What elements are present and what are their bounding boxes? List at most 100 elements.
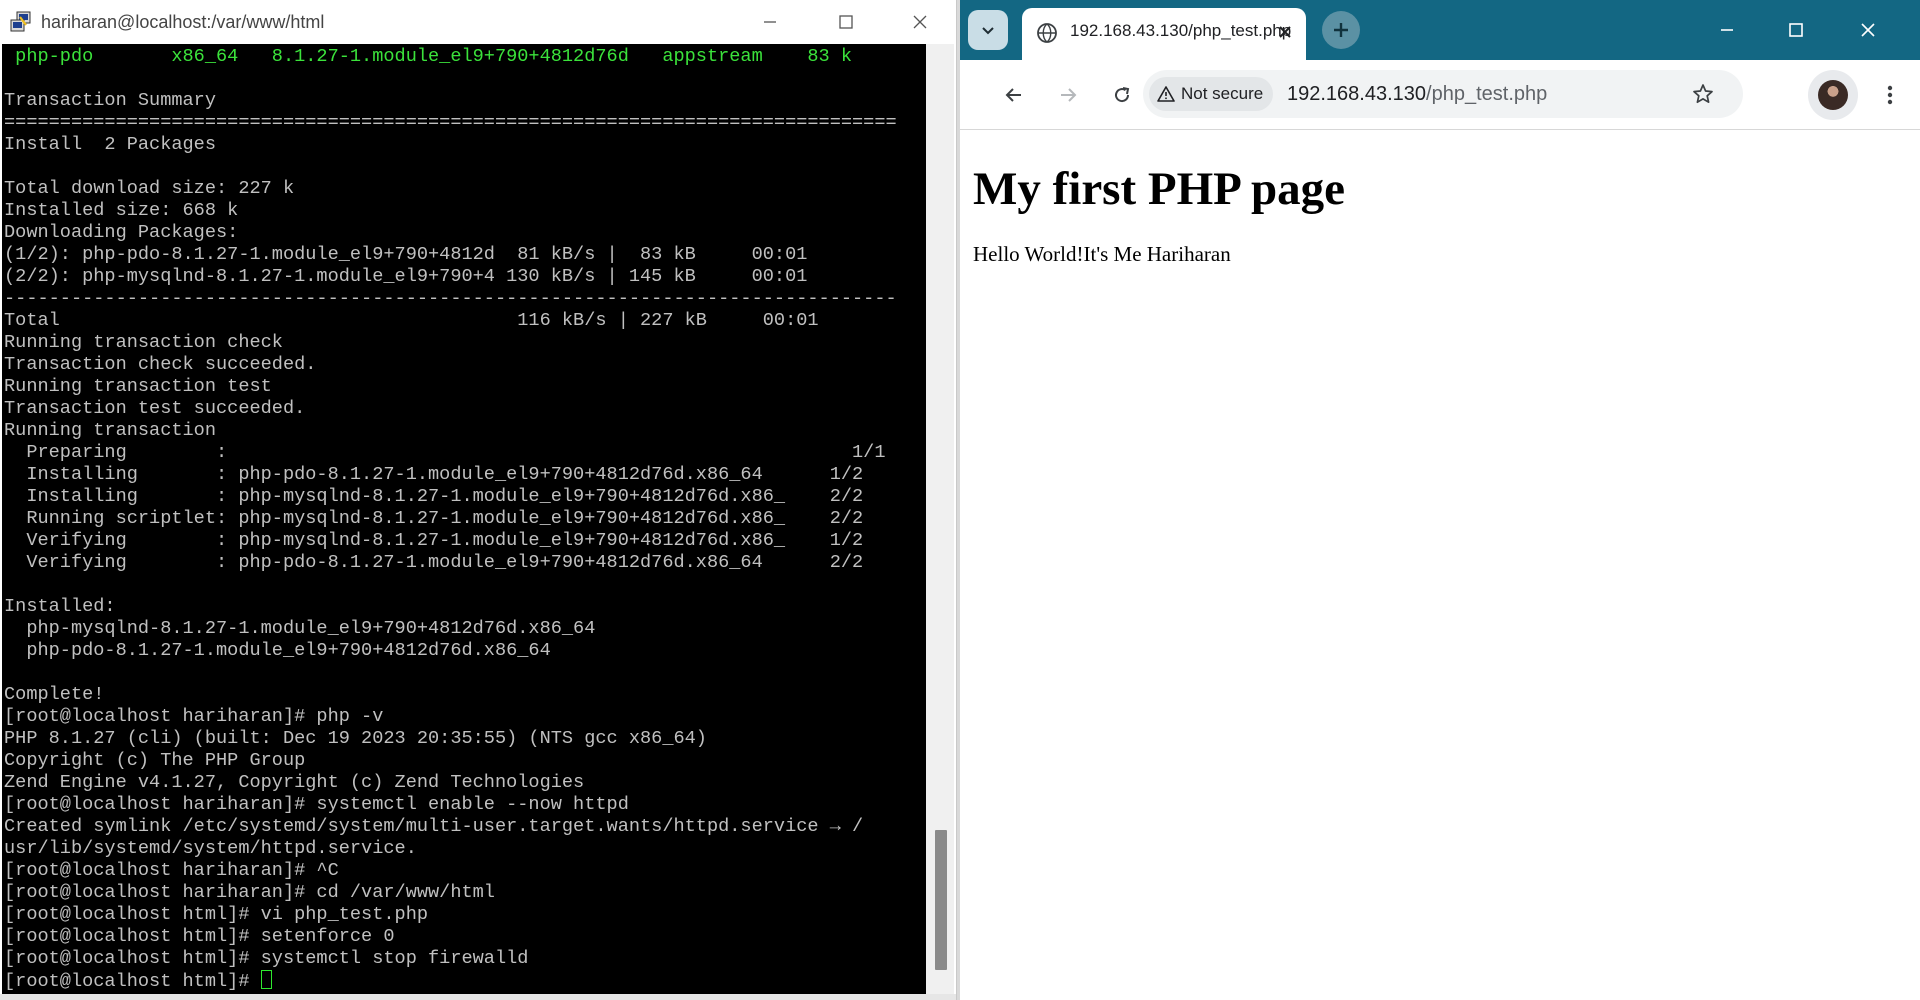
terminal-line: Installing : php-mysqlnd-8.1.27-1.module… <box>4 486 864 507</box>
plus-icon <box>1334 23 1348 37</box>
page-paragraph: Hello World!It's Me Hariharan <box>973 242 1231 266</box>
security-chip[interactable]: Not secure <box>1149 77 1274 111</box>
terminal-line: PHP 8.1.27 (cli) (built: Dec 19 2023 20:… <box>4 728 707 749</box>
terminal-line: Zend Engine v4.1.27, Copyright (c) Zend … <box>4 772 585 793</box>
terminal-line: Verifying : php-mysqlnd-8.1.27-1.module_… <box>4 530 864 551</box>
browser-maximize-button[interactable] <box>1762 0 1830 60</box>
close-icon <box>1279 26 1291 38</box>
terminal-line: Running transaction test <box>4 376 272 397</box>
page-heading: My first PHP page <box>973 163 1346 215</box>
terminal-title: hariharan@localhost:/var/www/html <box>41 12 325 32</box>
tab-search-icon <box>982 27 994 35</box>
terminal-line: usr/lib/systemd/system/httpd.service. <box>4 838 417 859</box>
scrollbar-thumb[interactable] <box>935 830 947 970</box>
terminal-line: Total 116 kB/s | 227 kB 00:01 <box>4 310 819 331</box>
terminal-line: Complete! <box>4 684 105 705</box>
url-text[interactable]: 192.168.43.130/php_test.php <box>1287 83 1547 106</box>
tab-strip: 192.168.43.130/php_test.php <box>960 0 1920 60</box>
forward-button[interactable] <box>1048 75 1088 115</box>
tab-title: 192.168.43.130/php_test.php <box>1070 21 1292 40</box>
close-icon <box>1861 23 1875 37</box>
terminal-line: Created symlink /etc/systemd/system/mult… <box>4 816 864 837</box>
security-label: Not secure <box>1181 84 1264 103</box>
terminal-line: [root@localhost hariharan]# ^C <box>4 860 339 881</box>
terminal-titlebar[interactable]: hariharan@localhost:/var/www/html <box>0 0 956 44</box>
terminal-line: ----------------------------------------… <box>4 288 897 309</box>
minimize-icon <box>1721 29 1733 31</box>
back-arrow-icon <box>1005 88 1021 102</box>
terminal-scrollbar[interactable] <box>926 44 954 994</box>
terminal-line: Running scriptlet: php-mysqlnd-8.1.27-1.… <box>4 508 864 529</box>
terminal-prompt: [root@localhost html]# <box>4 971 261 992</box>
maximize-icon <box>839 15 853 29</box>
terminal-line: Preparing : 1/1 <box>4 442 886 463</box>
terminal-line: Installed: <box>4 596 116 617</box>
putty-icon <box>10 11 31 32</box>
maximize-icon <box>1789 23 1803 37</box>
terminal-bottom-edge <box>0 994 956 1000</box>
terminal-line: Installing : php-pdo-8.1.27-1.module_el9… <box>4 464 864 485</box>
bookmark-button[interactable] <box>1683 74 1723 114</box>
terminal-line: [root@localhost hariharan]# php -v <box>4 706 384 727</box>
avatar <box>1818 80 1848 110</box>
browser-window: 192.168.43.130/php_test.php Not secure 1… <box>960 0 1920 1000</box>
terminal-window: hariharan@localhost:/var/www/html php-pd… <box>0 0 957 1000</box>
close-icon <box>913 15 927 29</box>
terminal-line: Total download size: 227 k <box>4 178 295 199</box>
tab-close-button[interactable] <box>1274 21 1296 43</box>
terminal-line: [root@localhost hariharan]# cd /var/www/… <box>4 882 495 903</box>
terminal-prompt-line[interactable]: [root@localhost html]# <box>4 970 897 992</box>
back-button[interactable] <box>994 75 1034 115</box>
terminal-line: Install 2 Packages <box>4 134 217 155</box>
terminal-line: php-pdo x86_64 8.1.27-1.module_el9+790+4… <box>4 46 853 67</box>
terminal-line: php-pdo-8.1.27-1.module_el9+790+4812d76d… <box>4 640 551 661</box>
terminal-line: Running transaction <box>4 420 217 441</box>
terminal-line: Running transaction check <box>4 332 283 353</box>
warning-icon <box>1157 86 1175 102</box>
terminal-line: Downloading Packages: <box>4 222 239 243</box>
star-icon <box>1693 84 1713 104</box>
kebab-menu-icon <box>1887 85 1893 105</box>
browser-toolbar: Not secure 192.168.43.130/php_test.php <box>960 60 1920 130</box>
terminal-line: (1/2): php-pdo-8.1.27-1.module_el9+790+4… <box>4 244 808 265</box>
terminal-line: (2/2): php-mysqlnd-8.1.27-1.module_el9+7… <box>4 266 808 287</box>
terminal-line: Transaction test succeeded. <box>4 398 306 419</box>
url-path: /php_test.php <box>1426 83 1548 105</box>
address-bar[interactable]: Not secure 192.168.43.130/php_test.php <box>1143 70 1743 118</box>
reload-button[interactable] <box>1102 75 1142 115</box>
terminal-line: Transaction check succeeded. <box>4 354 317 375</box>
terminal-line: Transaction Summary <box>4 90 217 111</box>
browser-menu-button[interactable] <box>1875 75 1905 115</box>
new-tab-button[interactable] <box>1322 11 1360 49</box>
terminal-line: Copyright (c) The PHP Group <box>4 750 306 771</box>
terminal-line: [root@localhost hariharan]# systemctl en… <box>4 794 629 815</box>
terminal-line: php-mysqlnd-8.1.27-1.module_el9+790+4812… <box>4 618 596 639</box>
active-tab[interactable]: 192.168.43.130/php_test.php <box>1022 8 1306 60</box>
terminal-close-button[interactable] <box>890 0 950 44</box>
terminal-maximize-button[interactable] <box>816 0 876 44</box>
terminal-lines: php-pdo x86_64 8.1.27-1.module_el9+790+4… <box>2 46 897 992</box>
reload-icon <box>1115 87 1130 103</box>
terminal-line: Verifying : php-pdo-8.1.27-1.module_el9+… <box>4 552 864 573</box>
terminal-line: [root@localhost html]# systemctl stop fi… <box>4 948 529 969</box>
terminal-minimize-button[interactable] <box>740 0 800 44</box>
terminal-output[interactable]: php-pdo x86_64 8.1.27-1.module_el9+790+4… <box>2 44 926 994</box>
browser-minimize-button[interactable] <box>1693 0 1761 60</box>
terminal-cursor <box>260 970 272 989</box>
terminal-line: [root@localhost html]# setenforce 0 <box>4 926 395 947</box>
tab-search-button[interactable] <box>968 10 1008 50</box>
browser-close-button[interactable] <box>1834 0 1902 60</box>
terminal-line: ========================================… <box>4 112 897 133</box>
profile-button[interactable] <box>1808 70 1858 120</box>
web-page-content: My first PHP page Hello World!It's Me Ha… <box>960 130 1920 1000</box>
terminal-line: [root@localhost html]# vi php_test.php <box>4 904 429 925</box>
minimize-icon <box>764 21 776 23</box>
terminal-line: Installed size: 668 k <box>4 200 239 221</box>
url-host: 192.168.43.130 <box>1287 83 1427 105</box>
forward-arrow-icon <box>1061 88 1077 102</box>
globe-icon <box>1037 23 1057 43</box>
